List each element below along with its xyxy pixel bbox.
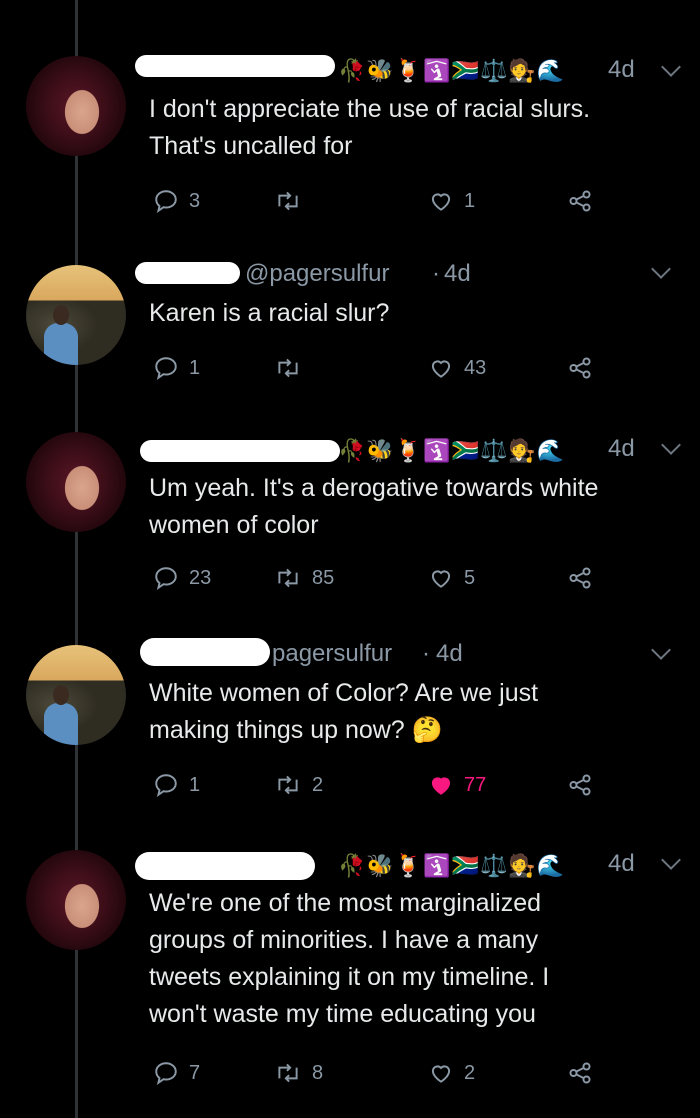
share-icon — [567, 188, 593, 214]
tweet-text: Karen is a racial slur? — [149, 299, 390, 327]
share-button[interactable] — [567, 355, 593, 381]
avatar[interactable] — [26, 265, 126, 365]
tweet-text: We're one of the most marginalized group… — [149, 889, 550, 1028]
reply-icon — [153, 188, 179, 214]
name-redaction — [140, 440, 340, 462]
separator: · — [422, 640, 430, 667]
heart-icon — [428, 188, 454, 214]
share-button[interactable] — [567, 188, 593, 214]
tweet-text: I don't appreciate the use of racial slu… — [149, 95, 591, 160]
share-icon — [567, 355, 593, 381]
heart-icon — [428, 1060, 454, 1086]
chevron-down-icon[interactable] — [661, 850, 681, 870]
handle[interactable]: pagersulfur — [272, 640, 392, 668]
share-button[interactable] — [567, 565, 593, 591]
name-emoji: 🥀🐝🍹🛐🇿🇦⚖️🧑‍⚖️🌊 — [338, 853, 566, 878]
reply-button[interactable]: 7 — [153, 1060, 200, 1086]
retweet-button[interactable] — [274, 355, 312, 381]
heart-icon — [428, 565, 454, 591]
name-redaction — [135, 852, 315, 880]
tweet-text: Um yeah. It's a derogative towards white… — [149, 474, 599, 539]
action-bar: 1 43 — [149, 355, 599, 385]
retweet-button[interactable]: 8 — [274, 1060, 323, 1086]
reply-button[interactable]: 3 — [153, 188, 200, 214]
retweet-icon — [274, 772, 302, 798]
name-redaction — [135, 262, 240, 284]
share-button[interactable] — [567, 772, 593, 798]
like-button[interactable]: 2 — [428, 1060, 475, 1086]
action-bar: 3 1 — [149, 188, 599, 218]
retweet-button[interactable]: 2 — [274, 772, 323, 798]
avatar-head — [53, 305, 69, 325]
reply-count: 1 — [189, 773, 201, 796]
like-count: 43 — [464, 356, 487, 379]
share-icon — [567, 772, 593, 798]
avatar[interactable] — [26, 645, 126, 745]
action-bar: 1 2 77 — [149, 772, 599, 802]
retweet-count: 8 — [312, 1061, 324, 1084]
retweet-button[interactable]: 85 — [274, 565, 334, 591]
reply-button[interactable]: 1 — [153, 355, 200, 381]
like-count: 77 — [464, 773, 487, 796]
heart-icon — [428, 355, 454, 381]
name-redaction — [140, 638, 270, 666]
timestamp[interactable]: 4d — [444, 260, 471, 288]
avatar[interactable] — [26, 850, 126, 950]
avatar-figure — [44, 703, 78, 745]
reply-button[interactable]: 23 — [153, 565, 211, 591]
like-count: 5 — [464, 566, 476, 589]
action-bar: 23 85 5 — [149, 565, 599, 595]
reply-button[interactable]: 1 — [153, 772, 200, 798]
share-button[interactable] — [567, 1060, 593, 1086]
timestamp[interactable]: 4d — [608, 435, 635, 463]
avatar[interactable] — [26, 56, 126, 156]
timestamp[interactable]: 4d — [608, 850, 635, 878]
chevron-down-icon[interactable] — [651, 259, 671, 279]
retweet-icon — [274, 355, 302, 381]
like-count: 2 — [464, 1061, 476, 1084]
handle[interactable]: @pagersulfur — [245, 260, 389, 288]
share-icon — [567, 565, 593, 591]
avatar-head — [53, 685, 69, 705]
timestamp[interactable]: 4d — [436, 640, 463, 668]
like-button[interactable]: 1 — [428, 188, 475, 214]
avatar-figure — [44, 323, 78, 365]
reply-count: 3 — [189, 189, 201, 212]
chevron-down-icon[interactable] — [661, 57, 681, 77]
reply-count: 23 — [189, 566, 212, 589]
chevron-down-icon[interactable] — [661, 435, 681, 455]
reply-count: 1 — [189, 356, 201, 379]
reply-icon — [153, 355, 179, 381]
like-button[interactable]: 43 — [428, 355, 486, 381]
reply-icon — [153, 565, 179, 591]
chevron-down-icon[interactable] — [651, 640, 671, 660]
like-button[interactable]: 77 — [428, 772, 486, 798]
tweet-text: White women of Color? Are we just making… — [149, 679, 539, 744]
reply-icon — [153, 772, 179, 798]
retweet-count: 85 — [312, 566, 335, 589]
retweet-count: 2 — [312, 773, 324, 796]
thread-line — [75, 0, 78, 1118]
name-redaction — [135, 55, 335, 77]
name-emoji: 🥀🐝🍹🛐🇿🇦⚖️🧑‍⚖️🌊 — [338, 438, 566, 463]
retweet-button[interactable] — [274, 188, 312, 214]
timestamp[interactable]: 4d — [608, 56, 635, 84]
avatar[interactable] — [26, 432, 126, 532]
retweet-icon — [274, 1060, 302, 1086]
retweet-icon — [274, 565, 302, 591]
like-count: 1 — [464, 189, 476, 212]
retweet-icon — [274, 188, 302, 214]
separator: · — [432, 260, 440, 287]
action-bar: 7 8 2 — [149, 1060, 599, 1090]
reply-icon — [153, 1060, 179, 1086]
like-button[interactable]: 5 — [428, 565, 475, 591]
reply-count: 7 — [189, 1061, 201, 1084]
name-emoji: 🥀🐝🍹🛐🇿🇦⚖️🧑‍⚖️🌊 — [338, 58, 566, 83]
share-icon — [567, 1060, 593, 1086]
heart-filled-icon — [428, 772, 454, 798]
